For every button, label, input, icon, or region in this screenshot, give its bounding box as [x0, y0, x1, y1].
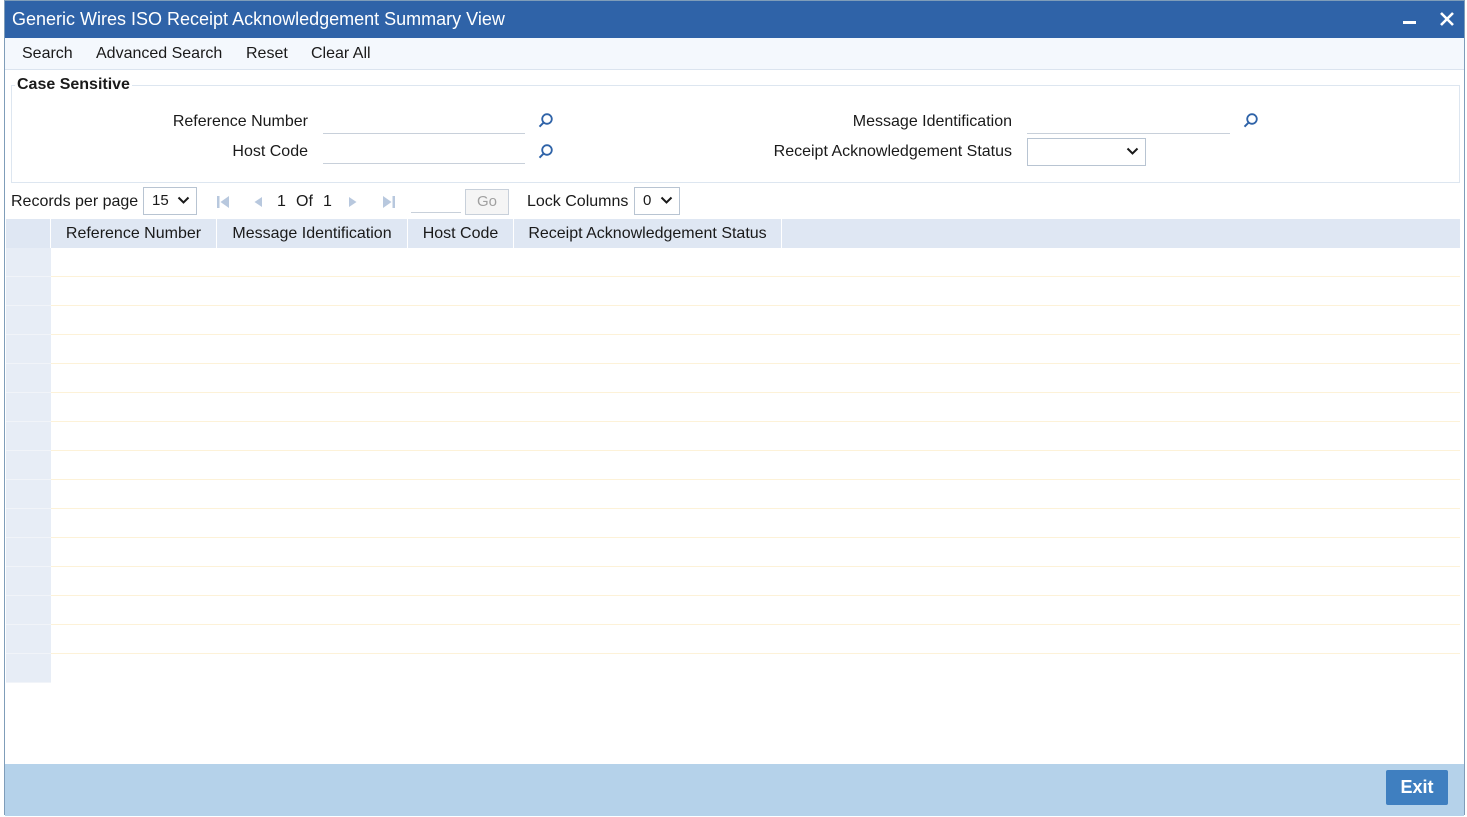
lock-columns-label: Lock Columns [527, 193, 629, 210]
chevron-down-icon [177, 196, 190, 204]
summary-window: Generic Wires ISO Receipt Acknowledgemen… [4, 0, 1465, 816]
last-page-icon[interactable] [381, 194, 397, 210]
row-selector[interactable] [6, 538, 51, 567]
row-selector[interactable] [6, 393, 51, 422]
records-per-page-select[interactable]: 15 [143, 187, 197, 215]
message-identification-input[interactable] [1027, 110, 1230, 134]
reference-number-input[interactable] [323, 110, 525, 134]
pager-bar: Records per page 15 1 Of 1 Go Lock Colum… [5, 185, 1464, 217]
table-row [6, 248, 1460, 277]
table-row [6, 364, 1460, 393]
table-row [6, 451, 1460, 480]
of-label: Of [296, 193, 313, 210]
menu-clear-all[interactable]: Clear All [311, 45, 371, 63]
row-selector[interactable] [6, 480, 51, 509]
table-row [6, 393, 1460, 422]
row-selector[interactable] [6, 248, 51, 277]
records-per-page-label: Records per page [11, 193, 139, 210]
search-criteria-panel [11, 85, 1460, 183]
receipt-ack-status-label: Receipt Acknowledgement Status [773, 143, 1012, 160]
row-selector[interactable] [6, 625, 51, 654]
table-row [6, 306, 1460, 335]
menu-reset[interactable]: Reset [246, 45, 288, 63]
current-page: 1 [277, 193, 286, 210]
grid-header: Reference Number Message Identification … [6, 219, 1460, 248]
footer-bar: Exit [5, 764, 1464, 816]
column-reference-number[interactable]: Reference Number [51, 219, 217, 248]
row-selector[interactable] [6, 306, 51, 335]
row-selector[interactable] [6, 451, 51, 480]
reference-number-label: Reference Number [172, 113, 308, 130]
close-icon[interactable] [1435, 7, 1459, 31]
table-row [6, 480, 1460, 509]
host-code-input[interactable] [323, 140, 525, 164]
lock-columns-select[interactable]: 0 [634, 187, 680, 215]
chevron-down-icon [660, 196, 673, 204]
chevron-down-icon [1126, 147, 1139, 155]
search-icon[interactable] [537, 112, 555, 130]
total-pages: 1 [323, 193, 332, 210]
message-identification-label: Message Identification [852, 113, 1012, 130]
table-row [6, 625, 1460, 654]
column-receipt-ack-status[interactable]: Receipt Acknowledgement Status [514, 219, 782, 248]
row-selector[interactable] [6, 422, 51, 451]
column-message-identification[interactable]: Message Identification [217, 219, 408, 248]
host-code-label: Host Code [232, 143, 308, 160]
row-selector[interactable] [6, 509, 51, 538]
row-selector[interactable] [6, 364, 51, 393]
table-row [6, 567, 1460, 596]
table-row [6, 335, 1460, 364]
table-row [6, 538, 1460, 567]
table-row [6, 596, 1460, 625]
menu-advanced-search[interactable]: Advanced Search [96, 45, 222, 63]
title-bar: Generic Wires ISO Receipt Acknowledgemen… [5, 1, 1464, 38]
row-selector[interactable] [6, 567, 51, 596]
case-sensitive-legend: Case Sensitive [15, 76, 132, 94]
row-selector[interactable] [6, 654, 51, 683]
menu-bar: Search Advanced Search Reset Clear All [5, 38, 1464, 70]
lock-columns-value: 0 [643, 192, 652, 209]
exit-button[interactable]: Exit [1386, 770, 1448, 805]
results-grid: Reference Number Message Identification … [6, 219, 1460, 683]
table-row [6, 509, 1460, 538]
go-button[interactable]: Go [465, 189, 509, 215]
row-selector[interactable] [6, 277, 51, 306]
next-page-icon[interactable] [345, 194, 361, 210]
table-row [6, 654, 1460, 683]
row-selector[interactable] [6, 335, 51, 364]
row-selector[interactable] [6, 596, 51, 625]
table-row [6, 277, 1460, 306]
search-icon[interactable] [537, 143, 555, 161]
goto-page-input[interactable] [411, 189, 461, 213]
previous-page-icon[interactable] [250, 194, 266, 210]
window-title: Generic Wires ISO Receipt Acknowledgemen… [12, 9, 505, 29]
table-row [6, 422, 1460, 451]
minimize-icon[interactable] [1398, 7, 1422, 31]
receipt-ack-status-select[interactable] [1027, 138, 1146, 166]
first-page-icon[interactable] [215, 194, 231, 210]
menu-search[interactable]: Search [22, 45, 73, 63]
search-icon[interactable] [1242, 112, 1260, 130]
records-per-page-value: 15 [152, 192, 169, 209]
select-all-column[interactable] [6, 219, 51, 248]
column-host-code[interactable]: Host Code [408, 219, 514, 248]
